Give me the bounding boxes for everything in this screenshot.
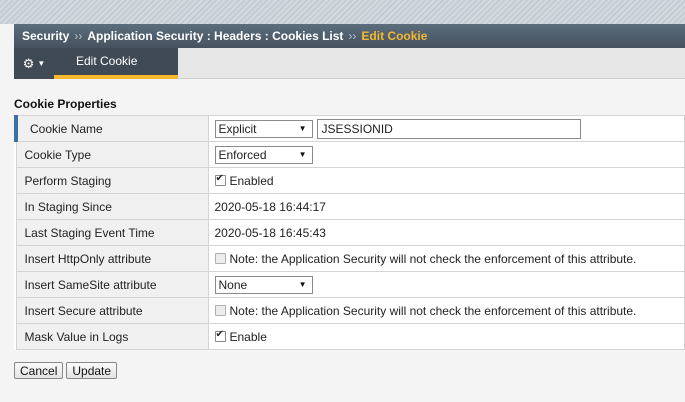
cookie-type-select[interactable]: Enforced ▼: [214, 145, 313, 164]
dropdown-arrow-icon: ▼: [298, 150, 307, 159]
breadcrumb-separator: ››: [74, 29, 83, 43]
cookie-properties-table: Cookie Name Explicit ▼ JSESSIONID Cookie T…: [14, 115, 685, 350]
in-staging-since-label: In Staging Since: [15, 193, 209, 220]
breadcrumb: Security ›› Application Security : Heade…: [14, 24, 685, 48]
httponly-label: Insert HttpOnly attribute: [15, 245, 209, 272]
table-row: Last Staging Event Time 2020-05-18 16:45…: [15, 219, 685, 246]
cookie-name-type-select[interactable]: Explicit ▼: [214, 119, 313, 138]
secure-note: Note: the Application Security will not …: [229, 303, 637, 318]
table-row: Insert HttpOnly attribute Note: the Appl…: [15, 245, 685, 272]
breadcrumb-security[interactable]: Security: [22, 29, 69, 43]
tab-edit-cookie[interactable]: Edit Cookie: [54, 48, 178, 79]
in-staging-since-value: 2020-05-18 16:44:17: [207, 193, 685, 220]
samesite-label: Insert SameSite attribute: [15, 271, 209, 298]
gear-icon: ⚙: [22, 55, 35, 71]
tab-bar: ⚙ ▼ Edit Cookie: [14, 48, 685, 79]
cookie-type-label: Cookie Type: [15, 141, 209, 168]
perform-staging-checkbox[interactable]: [214, 173, 226, 187]
mask-value-checkbox[interactable]: [214, 329, 226, 343]
breadcrumb-current: Edit Cookie: [361, 29, 428, 43]
table-row: Insert SameSite attribute None ▼: [15, 271, 685, 298]
section-title: Cookie Properties: [14, 97, 117, 111]
perform-staging-label: Perform Staging: [15, 167, 209, 194]
httponly-checkbox[interactable]: [214, 253, 226, 265]
top-banner-stripe: [0, 0, 685, 24]
samesite-select[interactable]: None ▼: [214, 275, 313, 294]
breadcrumb-separator: ››: [348, 29, 357, 43]
gear-menu-button[interactable]: ⚙ ▼: [14, 48, 54, 79]
table-row: Cookie Name Explicit ▼ JSESSIONID: [14, 115, 685, 142]
table-row: Cookie Type Enforced ▼: [15, 141, 685, 168]
secure-checkbox[interactable]: [214, 305, 226, 317]
dropdown-arrow-icon: ▼: [298, 280, 307, 289]
last-staging-event-label: Last Staging Event Time: [15, 219, 209, 246]
perform-staging-text: Enabled: [229, 173, 274, 188]
cancel-button[interactable]: Cancel: [14, 362, 64, 379]
breadcrumb-cookies-list[interactable]: Application Security : Headers : Cookies…: [87, 29, 343, 43]
mask-value-text: Enable: [229, 329, 267, 344]
table-row: In Staging Since 2020-05-18 16:44:17: [15, 193, 685, 220]
update-button[interactable]: Update: [66, 362, 118, 379]
cookie-name-label: Cookie Name: [14, 115, 209, 142]
table-row: Insert Secure attribute Note: the Applic…: [15, 297, 685, 324]
form-buttons: Cancel Update: [14, 362, 118, 379]
mask-value-label: Mask Value in Logs: [15, 323, 209, 350]
dropdown-arrow-icon: ▼: [298, 124, 307, 133]
last-staging-event-value: 2020-05-18 16:45:43: [207, 219, 685, 246]
secure-label: Insert Secure attribute: [15, 297, 209, 324]
httponly-note: Note: the Application Security will not …: [229, 251, 637, 266]
table-row: Perform Staging Enabled: [15, 167, 685, 194]
cookie-name-input[interactable]: JSESSIONID: [316, 118, 581, 139]
chevron-down-icon: ▼: [37, 59, 46, 68]
table-row: Mask Value in Logs Enable: [15, 323, 685, 350]
